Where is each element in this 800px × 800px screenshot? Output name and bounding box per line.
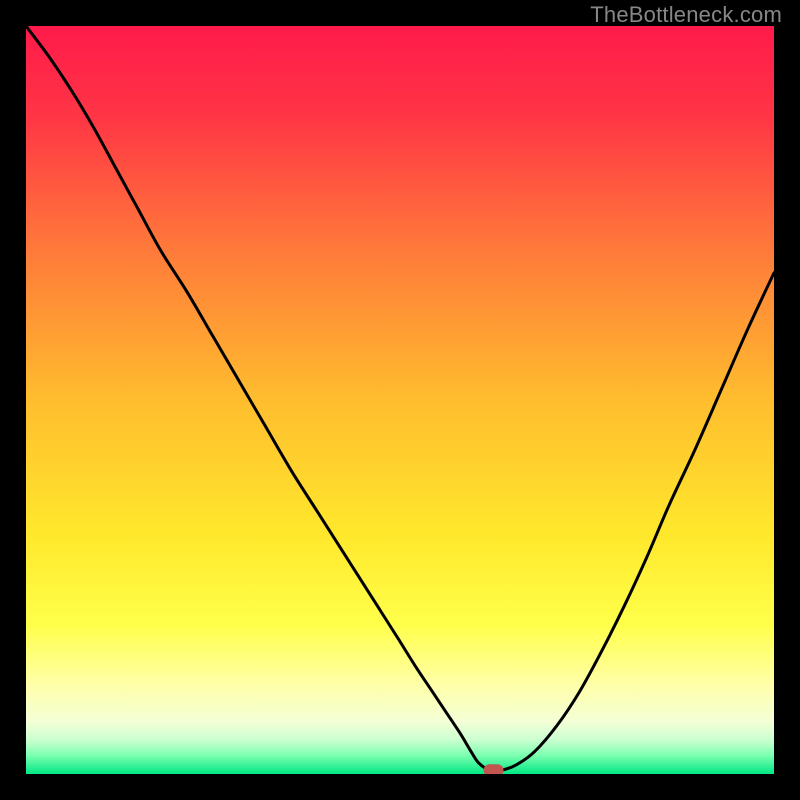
watermark-text: TheBottleneck.com [590, 2, 782, 28]
min-point-marker [484, 764, 504, 774]
gradient-background [26, 26, 774, 774]
bottleneck-chart [26, 26, 774, 774]
plot-area [26, 26, 774, 774]
chart-frame: TheBottleneck.com [0, 0, 800, 800]
